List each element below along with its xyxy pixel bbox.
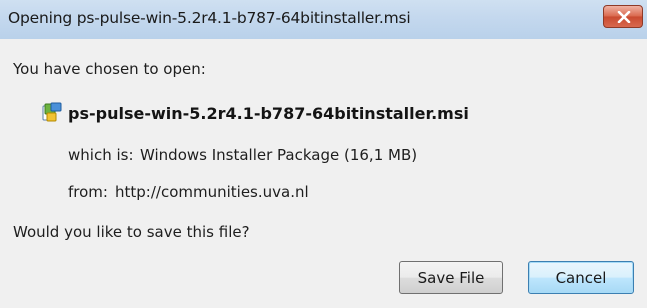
window-title: Opening ps-pulse-win-5.2r4.1-b787-64biti… [8, 9, 411, 27]
intro-text: You have chosen to open: [13, 60, 206, 78]
download-dialog: Opening ps-pulse-win-5.2r4.1-b787-64biti… [0, 0, 647, 308]
dialog-content: You have chosen to open: ps-pulse-win-5.… [6, 39, 641, 308]
save-question: Would you like to save this file? [13, 223, 250, 241]
save-file-button[interactable]: Save File [399, 261, 503, 294]
cancel-button[interactable]: Cancel [528, 261, 634, 294]
close-icon [617, 11, 631, 23]
title-bar[interactable]: Opening ps-pulse-win-5.2r4.1-b787-64biti… [0, 0, 647, 39]
file-type-value: Windows Installer Package (16,1 MB) [140, 146, 418, 164]
source-url: http://communities.uva.nl [115, 183, 309, 201]
msi-installer-icon [42, 102, 62, 126]
close-button[interactable] [603, 5, 643, 28]
source-label: from: [68, 183, 108, 201]
file-type-label: which is: [68, 146, 134, 164]
file-name: ps-pulse-win-5.2r4.1-b787-64bitinstaller… [68, 104, 469, 123]
